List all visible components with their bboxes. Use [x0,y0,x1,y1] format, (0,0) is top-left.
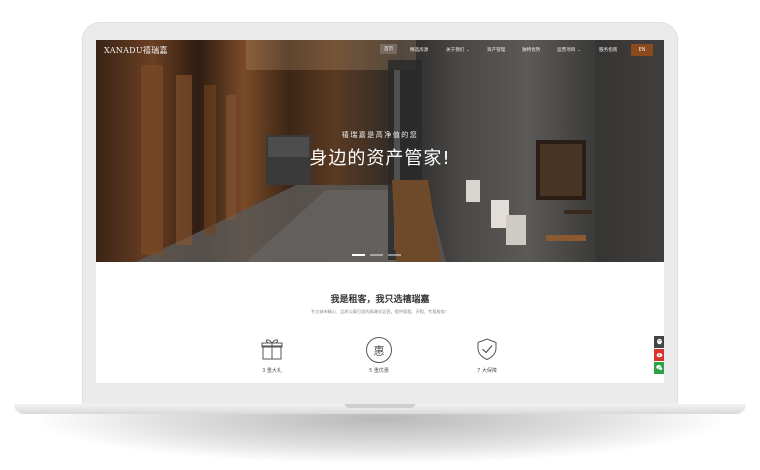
nav-item-service-guide[interactable]: 服务指南 [599,47,617,53]
hero-banner: XANADU禧瑞嘉 首页 精选房源 关于我们 ⌄ 资产管理 独特优势 运营项目 ⌄ … [96,40,664,262]
slider-dot[interactable] [388,254,401,256]
nav-item-projects[interactable]: 运营项目 ⌄ [557,47,581,53]
discount-glyph: 惠 [374,344,385,358]
qq-icon [656,338,662,345]
hero-subtitle: 禧瑞嘉是高净值的您 [341,131,419,139]
hero-title: 身边的资产管家! [309,148,451,169]
weibo-icon [656,353,662,358]
shield-check-icon [477,338,497,361]
wechat-icon [655,365,663,371]
feature-guarantees[interactable]: 7 大保障 [457,336,517,374]
top-navigation: XANADU禧瑞嘉 首页 精选房源 关于我们 ⌄ 资产管理 独特优势 运营项目 ⌄ … [96,40,664,60]
feature-gifts[interactable]: 3 重大礼 [242,336,302,374]
laptop-notch [345,404,415,408]
feature-label: 7 大保障 [477,368,497,374]
slider-dot[interactable] [352,254,365,256]
nav-item-label: 关于我们 [446,48,465,53]
feature-label: 3 重大礼 [262,368,282,374]
weibo-button[interactable] [654,349,664,361]
site-logo[interactable]: XANADU禧瑞嘉 [104,45,168,56]
slider-dot[interactable] [370,254,383,256]
website-screen: XANADU禧瑞嘉 首页 精选房源 关于我们 ⌄ 资产管理 独特优势 运营项目 ⌄ … [96,40,664,383]
nav-item-home[interactable]: 首页 [380,44,398,54]
laptop-shadow [40,408,720,463]
feature-label: 5 重优惠 [369,368,389,374]
gift-icon [261,339,283,360]
nav-item-label: 服务指南 [599,48,618,53]
discount-icon: 惠 [366,337,392,363]
feature-discounts[interactable]: 惠 5 重优惠 [349,336,409,374]
nav-item-label: 资产管理 [487,48,506,53]
nav-item-label: 首页 [384,47,394,52]
nav-item-listings[interactable]: 精选房源 [410,47,428,53]
nav-item-asset-management[interactable]: 资产管理 [487,47,505,53]
section-description: 专注城市精心、品质公寓打造的高端式运营，提供租租、开租、专租服务！ [310,309,450,314]
slider-dots [352,254,406,273]
nav-item-about[interactable]: 关于我们 ⌄ [446,47,470,53]
section-title: 我是租客，我只选禧瑞嘉 [330,295,430,305]
chevron-down-icon: ⌄ [577,47,581,52]
nav-item-label: 精选房源 [410,48,429,53]
nav-item-label: 独特优势 [522,48,541,53]
language-button[interactable]: EN [631,44,653,56]
wechat-button[interactable] [654,362,664,374]
qq-button[interactable] [654,336,664,348]
nav-item-advantages[interactable]: 独特优势 [522,47,540,53]
chevron-down-icon: ⌄ [466,47,470,52]
nav-item-label: 运营项目 [557,48,576,53]
